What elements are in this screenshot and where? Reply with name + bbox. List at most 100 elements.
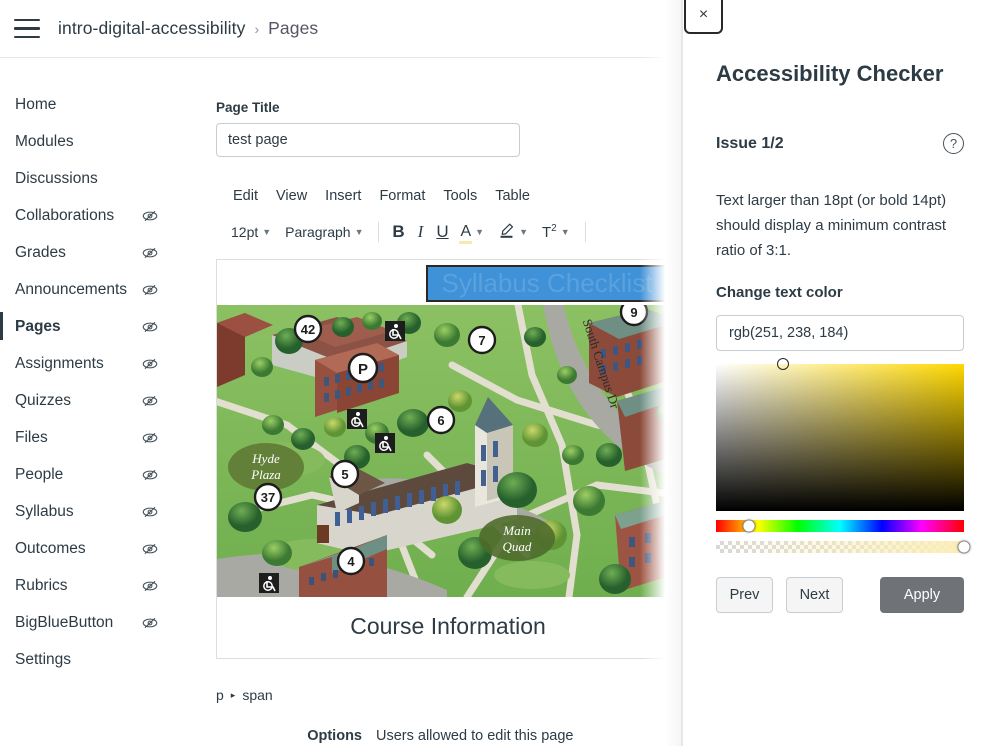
text-color-button[interactable]: A ▼ xyxy=(453,221,491,244)
svg-text:7: 7 xyxy=(478,333,485,348)
svg-text:5: 5 xyxy=(341,467,348,482)
help-circle-icon[interactable]: ? xyxy=(943,133,964,154)
wheelchair-icon xyxy=(347,409,367,429)
eye-slash-icon xyxy=(141,540,159,558)
chevron-down-icon: ▼ xyxy=(475,227,485,237)
hamburger-icon[interactable] xyxy=(14,18,40,39)
sidebar-item-label: Home xyxy=(15,95,57,113)
eye-slash-icon xyxy=(141,355,159,373)
page-root: intro-digital-accessibility › Pages Home… xyxy=(0,0,994,746)
font-size-value: 12pt xyxy=(231,224,259,240)
alpha-slider-handle[interactable] xyxy=(957,540,971,554)
hue-slider[interactable] xyxy=(716,519,964,533)
campus-map-image[interactable]: Hyde Plaza Main Quad South Campus Dr 42 … xyxy=(217,305,679,597)
sidebar-item-outcomes[interactable]: Outcomes xyxy=(0,530,200,567)
breadcrumb-separator-icon: › xyxy=(254,20,260,37)
sidebar-item-people[interactable]: People xyxy=(0,456,200,493)
block-format-value: Paragraph xyxy=(285,224,351,240)
highlighter-icon xyxy=(498,222,515,242)
issue-description: Text larger than 18pt (or bold 14pt) sho… xyxy=(716,192,947,259)
path-parent[interactable]: p xyxy=(216,687,224,703)
editor-content-area[interactable]: Syllabus Checklist Hyde Plaza Main Quad … xyxy=(216,259,680,659)
path-separator-icon: ▸ xyxy=(230,689,236,700)
wheelchair-icon xyxy=(259,573,279,593)
eye-slash-icon xyxy=(141,281,159,299)
block-format-select[interactable]: Paragraph ▼ xyxy=(278,221,370,243)
sidebar-item-quizzes[interactable]: Quizzes xyxy=(0,382,200,419)
prev-button[interactable]: Prev xyxy=(716,577,773,613)
svg-text:Hyde: Hyde xyxy=(251,451,280,466)
eye-slash-icon xyxy=(141,614,159,632)
sidebar-item-label: Announcements xyxy=(15,280,128,298)
svg-text:37: 37 xyxy=(261,490,275,505)
page-title-input[interactable] xyxy=(216,123,520,157)
svg-text:6: 6 xyxy=(437,413,444,428)
sidebar-item-pages[interactable]: Pages xyxy=(0,308,200,345)
sidebar-item-label: Discussions xyxy=(15,169,98,187)
apply-button[interactable]: Apply xyxy=(880,577,964,613)
sidebar-item-modules[interactable]: Modules xyxy=(0,123,200,160)
path-child[interactable]: span xyxy=(242,687,272,703)
alpha-slider[interactable] xyxy=(716,540,971,554)
superscript-exponent: 2 xyxy=(551,223,557,234)
eye-slash-icon xyxy=(141,392,159,410)
eye-slash-icon xyxy=(141,318,159,336)
sidebar-item-label: Quizzes xyxy=(15,391,71,409)
sidebar-item-label: BigBlueButton xyxy=(15,613,114,631)
next-button[interactable]: Next xyxy=(786,577,843,613)
sidebar-item-files[interactable]: Files xyxy=(0,419,200,456)
underline-button[interactable]: U xyxy=(431,221,453,243)
close-icon[interactable]: × xyxy=(684,0,723,34)
map-marker-9: 9 xyxy=(619,305,649,327)
sidebar-item-syllabus[interactable]: Syllabus xyxy=(0,493,200,530)
sidebar-item-label: Settings xyxy=(15,650,72,668)
breadcrumb-course[interactable]: intro-digital-accessibility xyxy=(58,18,245,39)
eye-slash-icon xyxy=(141,207,159,225)
menu-format[interactable]: Format xyxy=(370,185,434,207)
bold-button[interactable]: B xyxy=(387,221,409,243)
menu-table[interactable]: Table xyxy=(486,185,539,207)
sidebar-item-assignments[interactable]: Assignments xyxy=(0,345,200,382)
sidebar-item-home[interactable]: Home xyxy=(0,86,200,123)
map-marker-5: 5 xyxy=(330,459,360,489)
selected-heading[interactable]: Syllabus Checklist xyxy=(426,265,668,302)
map-marker-7: 7 xyxy=(467,325,497,355)
font-size-select[interactable]: 12pt ▼ xyxy=(224,221,278,243)
sidebar-item-rubrics[interactable]: Rubrics xyxy=(0,567,200,604)
highlight-color-button[interactable]: ▼ xyxy=(491,219,535,245)
sidebar-item-announcements[interactable]: Announcements xyxy=(0,271,200,308)
map-marker-4: 4 xyxy=(336,546,366,576)
issue-counter: Issue 1/2 xyxy=(716,134,784,152)
superscript-button[interactable]: T2 ▼ xyxy=(535,220,577,244)
menu-tools[interactable]: Tools xyxy=(434,185,486,207)
breadcrumb-pages[interactable]: Pages xyxy=(268,18,318,39)
color-value-input[interactable] xyxy=(716,315,964,351)
sv-gradient xyxy=(716,364,964,511)
svg-text:9: 9 xyxy=(630,305,637,320)
accessibility-checker-tray: × Accessibility Checker Issue 1/2 ? Text… xyxy=(683,0,994,746)
menu-edit[interactable]: Edit xyxy=(224,185,267,207)
content-footer-text[interactable]: Course Information xyxy=(217,597,679,655)
sidebar-item-label: Rubrics xyxy=(15,576,68,594)
sidebar-item-settings[interactable]: Settings xyxy=(0,641,200,678)
toolbar-divider xyxy=(378,222,380,242)
sidebar-item-label: Collaborations xyxy=(15,206,115,224)
sidebar-item-collaborations[interactable]: Collaborations xyxy=(0,197,200,234)
options-description: Users allowed to edit this page xyxy=(376,728,574,744)
toolbar-divider xyxy=(584,222,586,242)
svg-text:4: 4 xyxy=(347,554,355,569)
sidebar-item-bigbluebutton[interactable]: BigBlueButton xyxy=(0,604,200,641)
text-color-icon: A xyxy=(459,223,472,244)
sidebar-item-label: People xyxy=(15,465,64,483)
map-label-main-quad: Main Quad xyxy=(479,515,555,561)
menu-view[interactable]: View xyxy=(267,185,316,207)
italic-button[interactable]: I xyxy=(409,221,431,243)
sidebar-item-discussions[interactable]: Discussions xyxy=(0,160,200,197)
sidebar-item-label: Grades xyxy=(15,243,66,261)
menu-insert[interactable]: Insert xyxy=(316,185,370,207)
saturation-value-picker[interactable] xyxy=(716,358,964,511)
hue-slider-handle[interactable] xyxy=(742,519,756,533)
sidebar-item-grades[interactable]: Grades xyxy=(0,234,200,271)
tray-button-row: Prev Next Apply xyxy=(716,577,964,613)
svg-text:Main: Main xyxy=(502,523,530,538)
